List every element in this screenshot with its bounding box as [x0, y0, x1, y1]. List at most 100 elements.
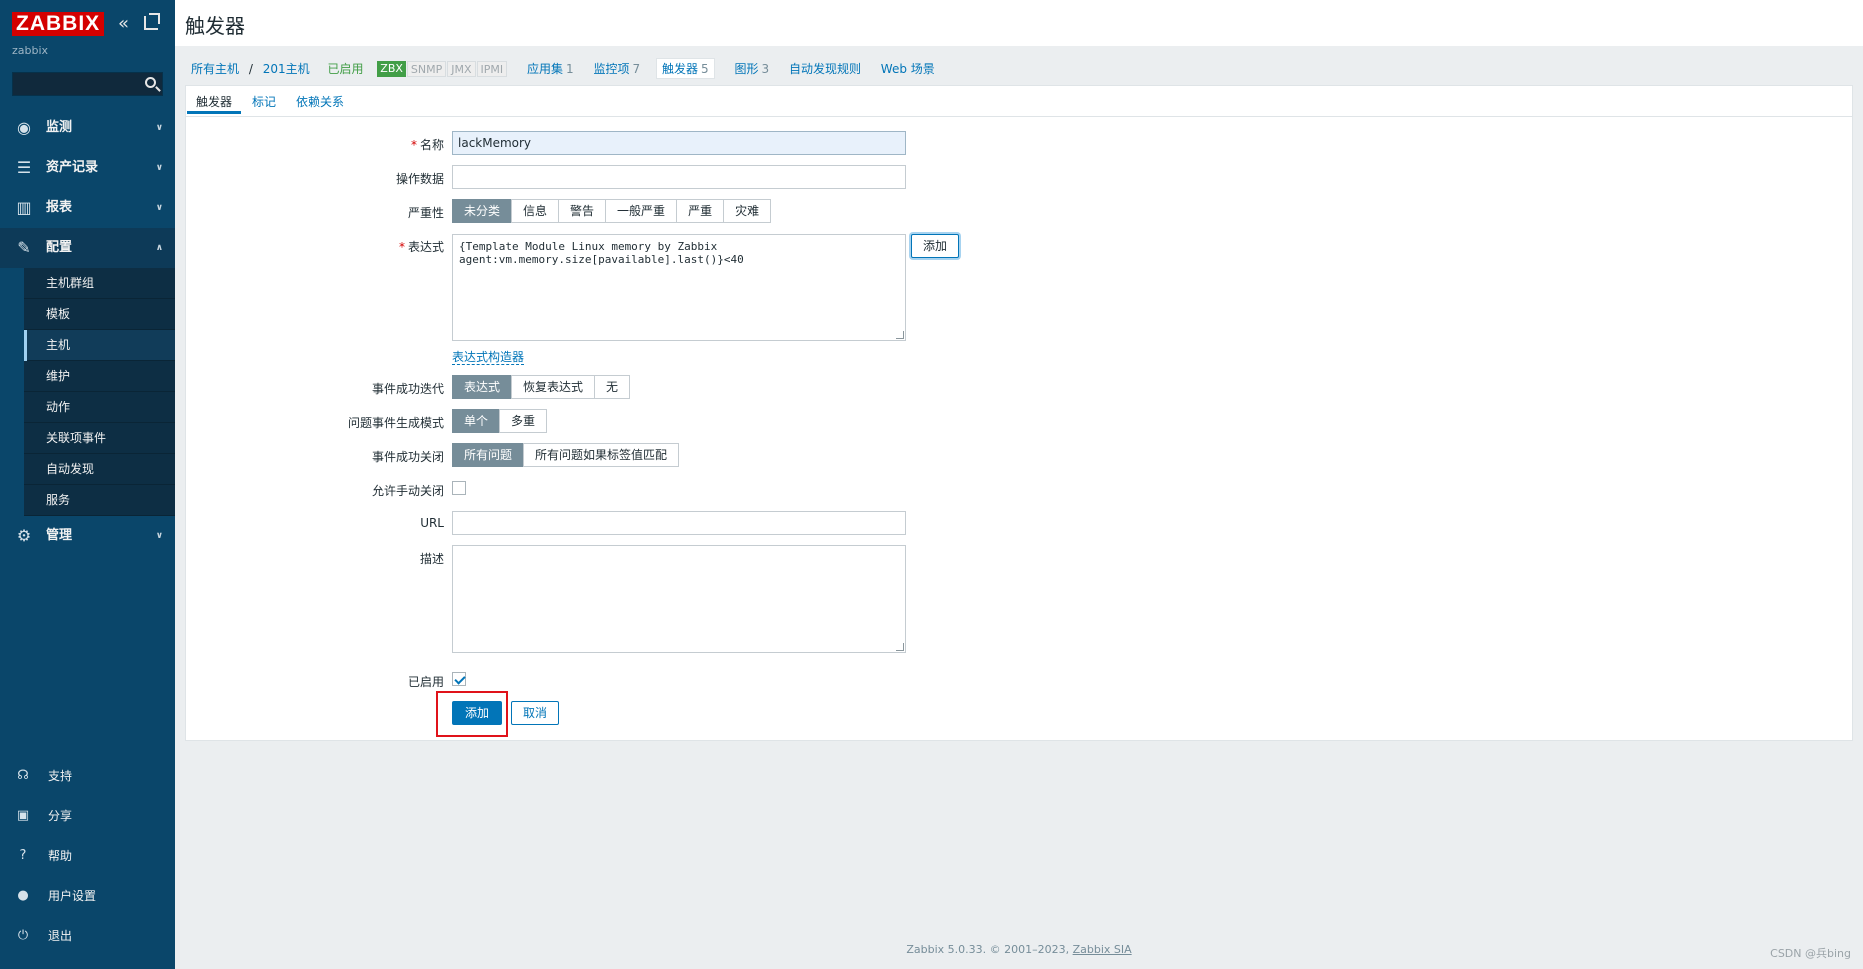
bottom-label: 分享: [48, 809, 73, 823]
expression-builder-link[interactable]: 表达式构造器: [452, 350, 525, 365]
expression-text: {Template Module Linux memory by Zabbix …: [459, 240, 744, 266]
ok-event-label: 事件成功迭代: [371, 382, 444, 396]
name-field-wrap: lackMemory: [452, 131, 906, 155]
menu-configuration[interactable]: ✎ 配置 ∧: [0, 228, 175, 268]
url-label: URL: [420, 516, 444, 530]
nav-count: 3: [761, 61, 770, 76]
collapse-sidebar-icon[interactable]: «: [118, 14, 129, 34]
sidebar-item-user-settings[interactable]: ● 用户设置: [0, 876, 175, 916]
kiosk-mode-icon[interactable]: [144, 13, 160, 30]
sidebar-item-hosts[interactable]: 主机: [0, 330, 175, 361]
nav-items[interactable]: 监控项 7: [593, 60, 640, 77]
menu-label: 监测: [46, 120, 73, 135]
help-icon: ?: [19, 848, 27, 863]
footer: Zabbix 5.0.33. © 2001–2023, Zabbix SIA: [175, 943, 1863, 956]
sidebar-item-templates[interactable]: 模板: [0, 299, 175, 330]
opdata-label: 操作数据: [395, 172, 444, 186]
severity-average[interactable]: 一般严重: [605, 199, 678, 223]
expression-textarea[interactable]: {Template Module Linux memory by Zabbix …: [452, 234, 906, 341]
enabled-wrap: [452, 672, 466, 686]
problem-mode-multiple[interactable]: 多重: [499, 409, 548, 433]
nav-discovery-rules[interactable]: 自动发现规则: [789, 60, 861, 77]
sidebar-item-logout[interactable]: ⏻ 退出: [0, 916, 175, 956]
ok-event-none[interactable]: 无: [594, 375, 631, 399]
ok-event-expression[interactable]: 表达式: [452, 375, 513, 399]
nav-web-scenarios[interactable]: Web 场景: [881, 60, 935, 77]
chevron-down-icon: ∨: [155, 163, 163, 173]
severity-disaster[interactable]: 灾难: [723, 199, 772, 223]
menu-administration[interactable]: ⚙ 管理 ∨: [0, 516, 175, 556]
search-input[interactable]: [13, 73, 133, 95]
menu-inventory[interactable]: ☰ 资产记录 ∨: [0, 148, 175, 188]
enabled-checkbox[interactable]: [452, 672, 466, 686]
expression-field-wrap: {Template Module Linux memory by Zabbix …: [452, 234, 906, 341]
sidebar-item-discovery[interactable]: 自动发现: [0, 454, 175, 485]
opdata-input[interactable]: [452, 165, 906, 189]
nav-triggers[interactable]: 触发器 5: [655, 58, 715, 79]
ok-close-tag-match[interactable]: 所有问题如果标签值匹配: [523, 443, 680, 467]
host-status-enabled[interactable]: 已启用: [327, 60, 363, 77]
sidebar: ZABBIX « zabbix ◉ 监测 ∨ ☰ 资产记录 ∨ ▥ 报表 ∨ ✎…: [0, 0, 175, 969]
severity-radio-group: 未分类 信息 警告 一般严重 严重 灾难: [452, 199, 772, 223]
nav-count: 7: [632, 61, 641, 76]
logo-row: ZABBIX «: [12, 12, 162, 38]
nav-applications[interactable]: 应用集 1: [527, 60, 574, 77]
search-icon[interactable]: [145, 77, 156, 88]
name-label-text: 名称: [419, 138, 444, 152]
description-textarea[interactable]: [452, 545, 906, 653]
footer-link[interactable]: Zabbix SIA: [1073, 943, 1132, 956]
severity-not-classified[interactable]: 未分类: [452, 199, 513, 223]
tab-tags[interactable]: 标记: [252, 93, 276, 110]
problem-mode-single[interactable]: 单个: [452, 409, 501, 433]
sidebar-item-correlation[interactable]: 关联项事件: [0, 423, 175, 454]
breadcrumb-host[interactable]: 201主机: [263, 60, 310, 77]
breadcrumb-all-hosts[interactable]: 所有主机: [191, 60, 239, 77]
sidebar-item-share[interactable]: ▣ 分享: [0, 796, 175, 836]
ok-event-recovery-expression[interactable]: 恢复表达式: [511, 375, 596, 399]
ok-close-radio-group: 所有问题 所有问题如果标签值匹配: [452, 443, 680, 467]
watermark: CSDN @兵bing: [1770, 947, 1851, 960]
ok-close-all-problems[interactable]: 所有问题: [452, 443, 525, 467]
headset-icon: ☊: [17, 768, 29, 783]
expression-label-text: 表达式: [407, 240, 444, 254]
bottom-label: 帮助: [48, 849, 73, 863]
resize-handle[interactable]: [896, 331, 904, 339]
bar-chart-icon: ▥: [16, 198, 32, 217]
sidebar-item-maintenance[interactable]: 维护: [0, 361, 175, 392]
sidebar-item-host-groups[interactable]: 主机群组: [0, 268, 175, 299]
user-name: zabbix: [12, 44, 49, 57]
menu-reports[interactable]: ▥ 报表 ∨: [0, 188, 175, 228]
sidebar-item-support[interactable]: ☊ 支持: [0, 756, 175, 796]
nav-label: 监控项: [593, 62, 630, 76]
bottom-label: 支持: [48, 769, 73, 783]
footer-text: Zabbix 5.0.33. © 2001–2023,: [906, 943, 1070, 956]
sidebar-item-help[interactable]: ? 帮助: [0, 836, 175, 876]
name-input[interactable]: lackMemory: [452, 131, 906, 155]
ok-event-radio-group: 表达式 恢复表达式 无: [452, 375, 631, 399]
tab-trigger[interactable]: 触发器: [186, 93, 242, 114]
expression-add-wrap: 添加: [911, 234, 960, 258]
ipmi-availability-badge: IPMI: [476, 60, 508, 77]
expression-label: * 表达式: [186, 238, 444, 255]
zbx-availability-badge: ZBX: [377, 60, 406, 77]
menu-monitoring[interactable]: ◉ 监测 ∨: [0, 108, 175, 148]
cancel-button[interactable]: 取消: [511, 701, 560, 725]
nav-label: 应用集: [527, 62, 564, 76]
required-marker: *: [398, 240, 405, 254]
resize-handle[interactable]: [896, 643, 904, 651]
manual-close-checkbox[interactable]: [452, 481, 466, 495]
severity-warning[interactable]: 警告: [558, 199, 607, 223]
url-input[interactable]: [452, 511, 906, 535]
sidebar-item-services[interactable]: 服务: [0, 485, 175, 516]
trigger-form-panel: 触发器 标记 依赖关系 * 名称 lackMemory 操作数据 严重性 未分类 …: [185, 85, 1853, 741]
breadcrumb-separator: /: [248, 61, 253, 76]
sidebar-item-actions[interactable]: 动作: [0, 392, 175, 423]
nav-graphs[interactable]: 图形 3: [734, 60, 769, 77]
zabbix-logo[interactable]: ZABBIX: [12, 12, 105, 36]
expression-add-button[interactable]: 添加: [911, 234, 960, 258]
tab-dependencies[interactable]: 依赖关系: [296, 93, 344, 110]
description-label: 描述: [419, 552, 444, 566]
severity-information[interactable]: 信息: [511, 199, 560, 223]
wrench-icon: ✎: [17, 238, 31, 257]
severity-high[interactable]: 严重: [676, 199, 725, 223]
